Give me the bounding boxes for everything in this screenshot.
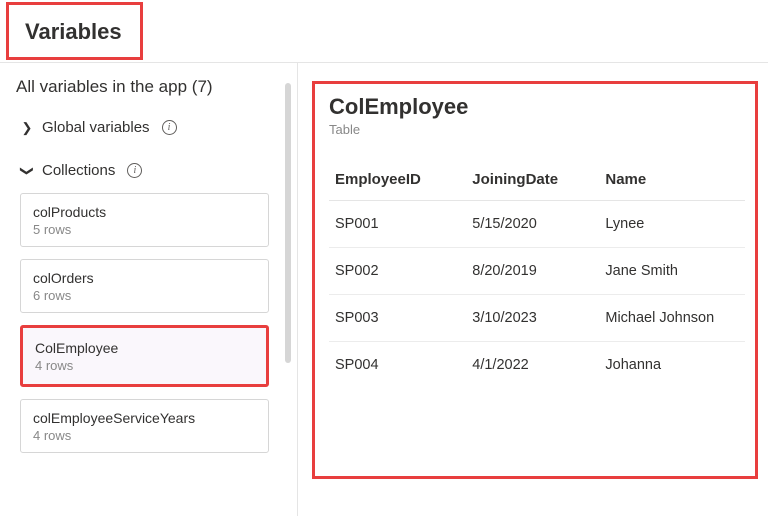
collection-meta: 5 rows	[33, 222, 256, 237]
sidebar: All variables in the app (7) ❯ Global va…	[0, 63, 298, 516]
collection-name: colOrders	[33, 270, 256, 286]
subtitle-count: (7)	[192, 77, 213, 96]
cell: SP002	[329, 248, 466, 295]
collection-meta: 6 rows	[33, 288, 256, 303]
chevron-right-icon: ❯	[20, 120, 34, 136]
cell: SP004	[329, 342, 466, 389]
collection-card-colemployeeserviceyears[interactable]: colEmployeeServiceYears 4 rows	[20, 399, 269, 453]
section-global-variables[interactable]: ❯ Global variables i	[16, 111, 287, 144]
collection-name: colProducts	[33, 204, 256, 220]
table-row[interactable]: SP003 3/10/2023 Michael Johnson	[329, 295, 745, 342]
cell: 5/15/2020	[466, 201, 599, 248]
cell: Johanna	[599, 342, 745, 389]
column-header[interactable]: Name	[599, 159, 745, 201]
cell: Jane Smith	[599, 248, 745, 295]
sidebar-subtitle: All variables in the app (7)	[16, 77, 287, 97]
cell: SP003	[329, 295, 466, 342]
subtitle-text: All variables in the app	[16, 77, 187, 96]
collections-list: colProducts 5 rows colOrders 6 rows ColE…	[16, 193, 287, 453]
collection-name: ColEmployee	[35, 340, 254, 356]
info-icon[interactable]: i	[162, 120, 177, 135]
collection-card-colproducts[interactable]: colProducts 5 rows	[20, 193, 269, 247]
section-label: Global variables	[42, 119, 150, 136]
collection-meta: 4 rows	[35, 358, 254, 373]
collection-meta: 4 rows	[33, 428, 256, 443]
detail-title: ColEmployee	[329, 94, 745, 120]
section-collections[interactable]: ❯ Collections i	[16, 154, 287, 187]
cell: Michael Johnson	[599, 295, 745, 342]
column-header[interactable]: JoiningDate	[466, 159, 599, 201]
table-row[interactable]: SP004 4/1/2022 Johanna	[329, 342, 745, 389]
collection-card-colemployee[interactable]: ColEmployee 4 rows	[20, 325, 269, 387]
table-header-row: EmployeeID JoiningDate Name	[329, 159, 745, 201]
table-row[interactable]: SP002 8/20/2019 Jane Smith	[329, 248, 745, 295]
table-row[interactable]: SP001 5/15/2020 Lynee	[329, 201, 745, 248]
collection-name: colEmployeeServiceYears	[33, 410, 256, 426]
info-icon[interactable]: i	[127, 163, 142, 178]
cell: 3/10/2023	[466, 295, 599, 342]
detail-panel: ColEmployee Table EmployeeID JoiningDate…	[312, 81, 758, 479]
scrollbar[interactable]	[285, 83, 291, 363]
cell: SP001	[329, 201, 466, 248]
column-header[interactable]: EmployeeID	[329, 159, 466, 201]
cell: 4/1/2022	[466, 342, 599, 389]
collection-card-colorders[interactable]: colOrders 6 rows	[20, 259, 269, 313]
cell: 8/20/2019	[466, 248, 599, 295]
main-panel: ColEmployee Table EmployeeID JoiningDate…	[298, 63, 768, 516]
page-title: Variables	[6, 2, 143, 60]
section-label: Collections	[42, 162, 115, 179]
data-table: EmployeeID JoiningDate Name SP001 5/15/2…	[329, 159, 745, 388]
cell: Lynee	[599, 201, 745, 248]
chevron-down-icon: ❯	[19, 164, 35, 178]
detail-type: Table	[329, 122, 745, 137]
